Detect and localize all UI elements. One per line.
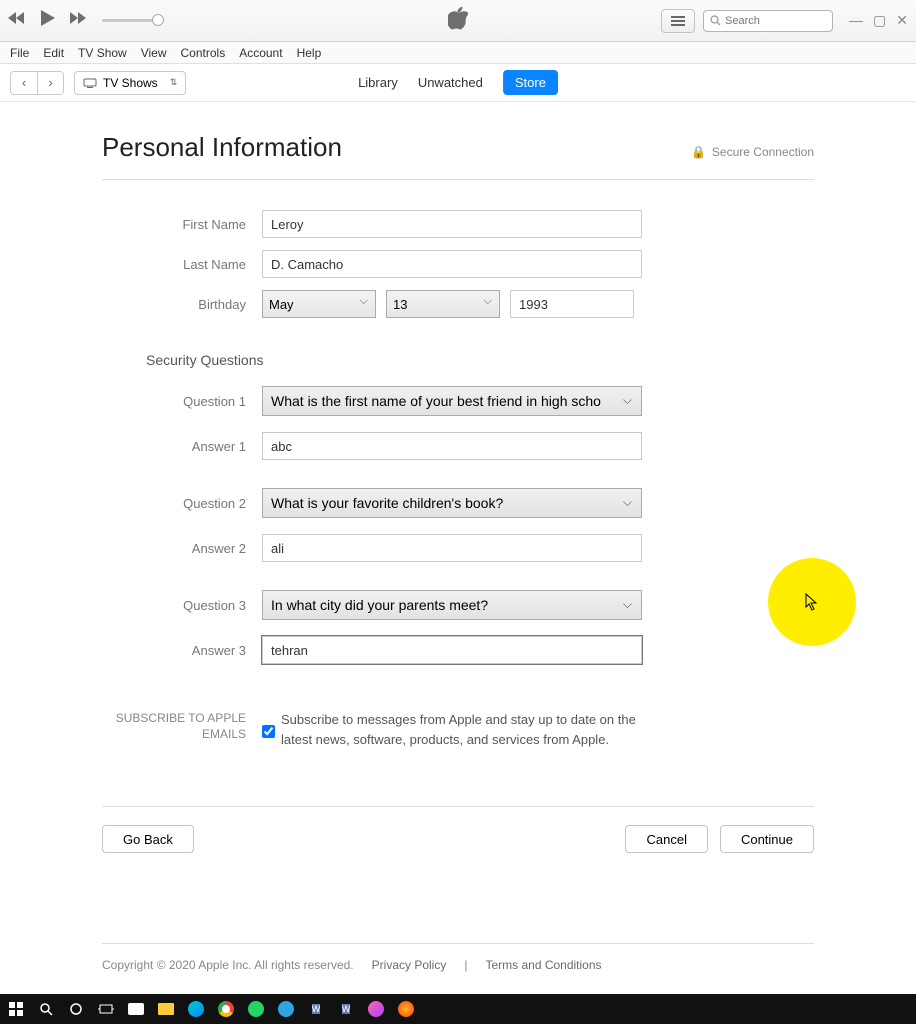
cancel-button[interactable]: Cancel [625, 825, 707, 853]
question2-select[interactable]: What is your favorite children's book? [262, 488, 642, 518]
tv-icon [83, 78, 97, 88]
itunes-icon[interactable] [364, 997, 388, 1021]
whatsapp-icon[interactable] [244, 997, 268, 1021]
minimize-icon[interactable]: — [849, 12, 863, 29]
tab-store[interactable]: Store [503, 70, 558, 95]
main-content: Personal Information 🔒 Secure Connection… [98, 132, 818, 972]
edge-icon[interactable] [184, 997, 208, 1021]
secure-text: Secure Connection [712, 145, 814, 159]
camera-icon[interactable] [124, 997, 148, 1021]
continue-button[interactable]: Continue [720, 825, 814, 853]
birthday-label: Birthday [102, 297, 262, 312]
footer-sep: | [464, 958, 467, 972]
last-name-input[interactable] [262, 250, 642, 278]
question3-label: Question 3 [102, 598, 262, 613]
last-name-label: Last Name [102, 257, 262, 272]
first-name-label: First Name [102, 217, 262, 232]
media-type-dropdown[interactable]: TV Shows ⇅ [74, 71, 186, 95]
volume-slider[interactable] [102, 19, 162, 22]
app-red-icon[interactable] [454, 997, 478, 1021]
tab-library[interactable]: Library [358, 75, 398, 90]
menu-account[interactable]: Account [239, 46, 282, 60]
chrome-icon[interactable] [214, 997, 238, 1021]
go-back-button[interactable]: Go Back [102, 825, 194, 853]
birthday-month-select[interactable]: May [262, 290, 376, 318]
cursor-highlight [768, 558, 856, 646]
telegram-icon[interactable] [274, 997, 298, 1021]
answer1-input[interactable] [262, 432, 642, 460]
forward-button[interactable]: › [37, 72, 63, 94]
playback-controls [8, 9, 88, 32]
lock-icon: 🔒 [691, 145, 706, 159]
answer3-label: Answer 3 [102, 643, 262, 658]
subscribe-text: Subscribe to messages from Apple and sta… [281, 710, 661, 750]
subscribe-label: SUBSCRIBE TO APPLE EMAILS [102, 710, 262, 750]
menu-help[interactable]: Help [297, 46, 322, 60]
chevron-updown-icon: ⇅ [170, 77, 178, 88]
list-view-button[interactable] [661, 9, 695, 33]
player-bar: Search — ▢ ✕ [0, 0, 916, 42]
page-title: Personal Information [102, 132, 342, 163]
menu-controls[interactable]: Controls [181, 46, 226, 60]
footer: Copyright © 2020 Apple Inc. All rights r… [102, 943, 814, 972]
menu-edit[interactable]: Edit [43, 46, 64, 60]
back-button[interactable]: ‹ [11, 72, 37, 94]
question2-label: Question 2 [102, 496, 262, 511]
first-name-input[interactable] [262, 210, 642, 238]
cortana-icon[interactable] [64, 997, 88, 1021]
taskview-icon[interactable] [94, 997, 118, 1021]
search-taskbar-icon[interactable] [34, 997, 58, 1021]
subscribe-checkbox[interactable] [262, 713, 275, 750]
menu-view[interactable]: View [141, 46, 167, 60]
maximize-icon[interactable]: ▢ [873, 12, 886, 29]
app-green-icon[interactable] [424, 997, 448, 1021]
copyright-text: Copyright © 2020 Apple Inc. All rights r… [102, 958, 354, 972]
secure-connection: 🔒 Secure Connection [691, 145, 814, 159]
apple-logo-icon [448, 6, 468, 35]
answer3-input[interactable] [262, 636, 642, 664]
security-questions-heading: Security Questions [146, 352, 814, 368]
birthday-year-input[interactable] [510, 290, 634, 318]
word-icon[interactable]: W [304, 997, 328, 1021]
tab-unwatched[interactable]: Unwatched [418, 75, 483, 90]
answer2-label: Answer 2 [102, 541, 262, 556]
nav-tabs: Library Unwatched Store [358, 70, 558, 95]
sub-nav: ‹ › TV Shows ⇅ Library Unwatched Store [0, 64, 916, 102]
answer2-input[interactable] [262, 534, 642, 562]
play-icon[interactable] [40, 9, 56, 32]
question1-label: Question 1 [102, 394, 262, 409]
explorer-icon[interactable] [154, 997, 178, 1021]
privacy-link[interactable]: Privacy Policy [372, 958, 447, 972]
search-placeholder: Search [725, 15, 760, 27]
close-icon[interactable]: ✕ [896, 12, 908, 29]
search-input[interactable]: Search [703, 10, 833, 32]
firefox-icon[interactable] [394, 997, 418, 1021]
menu-bar: File Edit TV Show View Controls Account … [0, 42, 916, 64]
rewind-icon[interactable] [8, 11, 26, 30]
cursor-icon [805, 593, 819, 611]
word2-icon[interactable]: W [334, 997, 358, 1021]
dropdown-label: TV Shows [103, 76, 158, 90]
window-controls: — ▢ ✕ [849, 12, 908, 29]
menu-tvshow[interactable]: TV Show [78, 46, 127, 60]
start-icon[interactable] [4, 997, 28, 1021]
terms-link[interactable]: Terms and Conditions [485, 958, 601, 972]
menu-file[interactable]: File [10, 46, 29, 60]
taskbar: W W [0, 994, 916, 1024]
forward-icon[interactable] [70, 11, 88, 30]
answer1-label: Answer 1 [102, 439, 262, 454]
search-icon [710, 15, 721, 26]
back-forward: ‹ › [10, 71, 64, 95]
question1-select[interactable]: What is the first name of your best frie… [262, 386, 642, 416]
birthday-day-select[interactable]: 13 [386, 290, 500, 318]
question3-select[interactable]: In what city did your parents meet? [262, 590, 642, 620]
